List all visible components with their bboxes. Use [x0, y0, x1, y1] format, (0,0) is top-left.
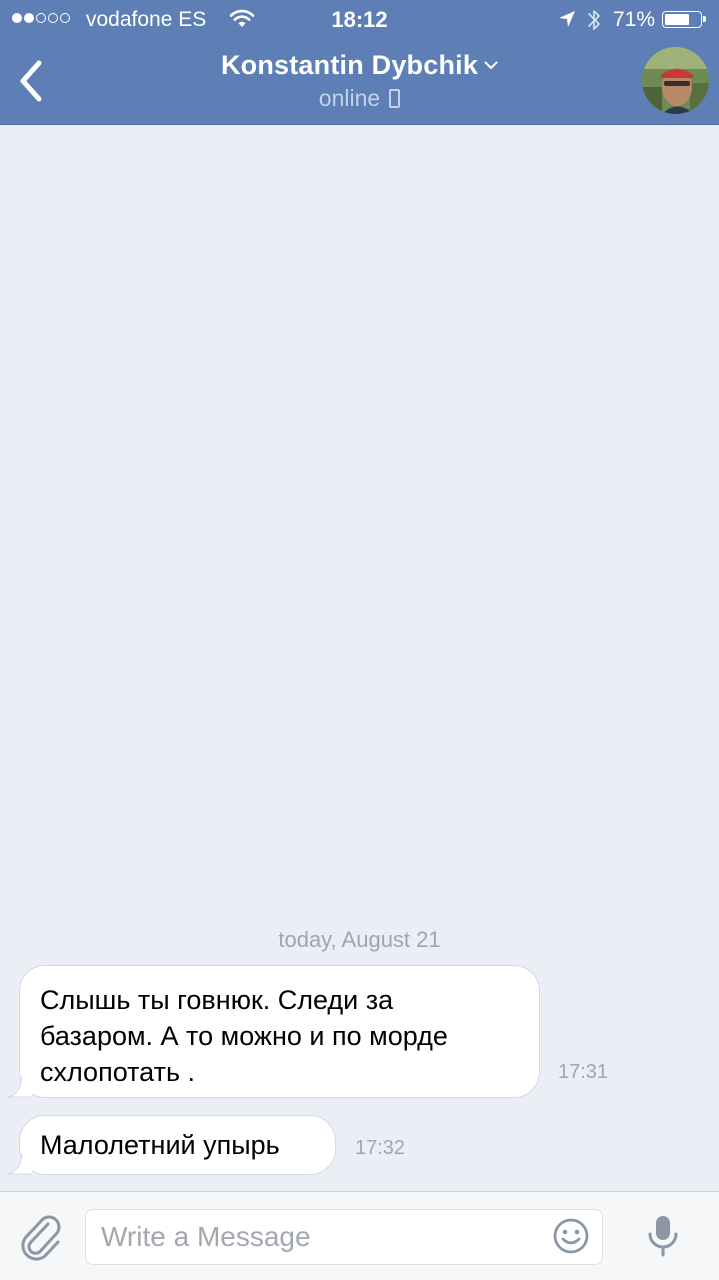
location-arrow-icon: [559, 11, 575, 27]
microphone-icon: [648, 1216, 678, 1257]
back-chevron-icon: [20, 60, 42, 102]
back-button[interactable]: [8, 52, 54, 110]
conversation-title[interactable]: Konstantin Dybchik online: [150, 50, 569, 112]
message-text-line: Малолетний упырь: [40, 1130, 280, 1160]
message-input[interactable]: [85, 1209, 603, 1265]
phone-icon: [389, 89, 401, 108]
incoming-message-bubble[interactable]: Слышь ты говнюк. Следи за базаром. А то …: [7, 965, 540, 1098]
battery-percent: 71%: [613, 8, 656, 31]
message-text-line: базаром. А то можно и по морде: [40, 1021, 448, 1051]
message-time: 17:32: [355, 1137, 406, 1159]
date-divider: today, August 21: [278, 927, 441, 952]
bubble-tail: [7, 1075, 32, 1098]
message-list[interactable]: today, August 21 Слышь ты говнюк. Следи …: [0, 125, 719, 1191]
bluetooth-icon: [588, 10, 600, 30]
status-time: 18:12: [331, 7, 388, 32]
avatar[interactable]: [642, 47, 709, 114]
message-composer: [0, 1191, 719, 1280]
incoming-message-bubble[interactable]: Малолетний упырь: [7, 1115, 336, 1175]
message-text-line: Слышь ты говнюк. Следи за: [40, 985, 394, 1015]
bubble-tail: [7, 1152, 32, 1175]
contact-name: Konstantin Dybchik: [220, 50, 479, 80]
battery-icon: [662, 11, 706, 28]
emoji-button[interactable]: [550, 1215, 592, 1257]
contact-status: online: [318, 85, 381, 111]
voice-record-button[interactable]: [642, 1208, 684, 1264]
paperclip-icon: [21, 1215, 61, 1261]
message-time: 17:31: [558, 1061, 609, 1083]
status-bar: vodafone ES 18:12 71%: [0, 0, 719, 40]
avatar-photo: [642, 47, 709, 114]
attach-button[interactable]: [18, 1212, 66, 1262]
nav-header: vodafone ES 18:12 71% Konstantin Dybchik: [0, 0, 719, 125]
message-text-line: схлопотать .: [40, 1057, 196, 1087]
chevron-down-icon: [484, 61, 498, 69]
battery-level-fill: [665, 14, 690, 25]
smiley-icon: [553, 1218, 589, 1254]
